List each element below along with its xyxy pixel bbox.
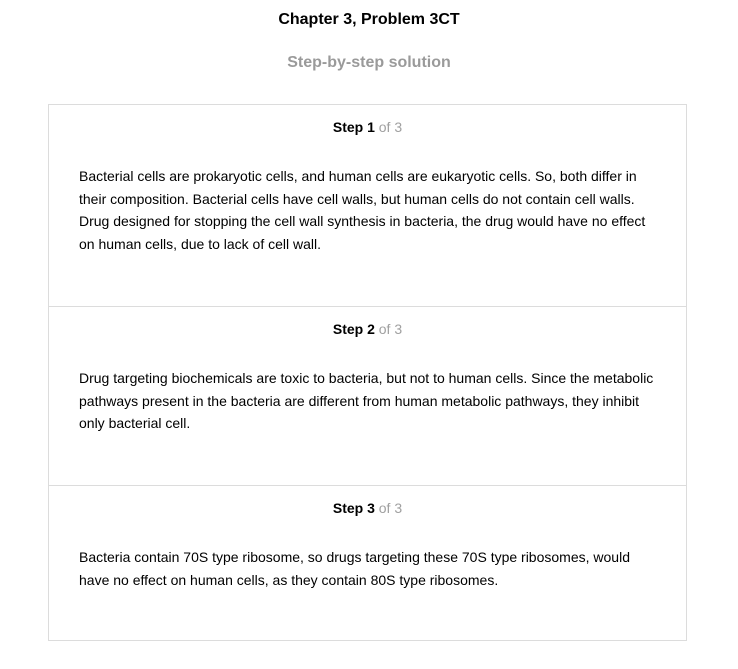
step-header: Step 2 of 3 (49, 321, 686, 337)
steps-panel: Step 1 of 3 Bacterial cells are prokaryo… (48, 104, 687, 641)
step-header: Step 1 of 3 (49, 119, 686, 135)
step-text: Drug targeting biochemicals are toxic to… (79, 370, 654, 431)
step-header: Step 3 of 3 (49, 500, 686, 516)
step-total: of 3 (378, 119, 403, 135)
step-section: Step 1 of 3 Bacterial cells are prokaryo… (49, 105, 686, 307)
step-number: Step 3 (332, 500, 375, 516)
step-text: Bacterial cells are prokaryotic cells, a… (79, 168, 646, 252)
step-number: Step 2 (332, 321, 375, 337)
step-section: Step 3 of 3 Bacteria contain 70S type ri… (49, 485, 686, 641)
step-total: of 3 (378, 321, 403, 337)
step-section: Step 2 of 3 Drug targeting biochemicals … (49, 306, 686, 486)
page-title: Chapter 3, Problem 3CT (278, 11, 460, 28)
step-total: of 3 (378, 500, 403, 516)
step-text: Bacteria contain 70S type ribosome, so d… (79, 549, 630, 588)
step-number: Step 1 (332, 119, 375, 135)
solution-subtitle: Step-by-step solution (287, 54, 451, 71)
solution-page: Chapter 3, Problem 3CT Step-by-step solu… (0, 0, 738, 669)
